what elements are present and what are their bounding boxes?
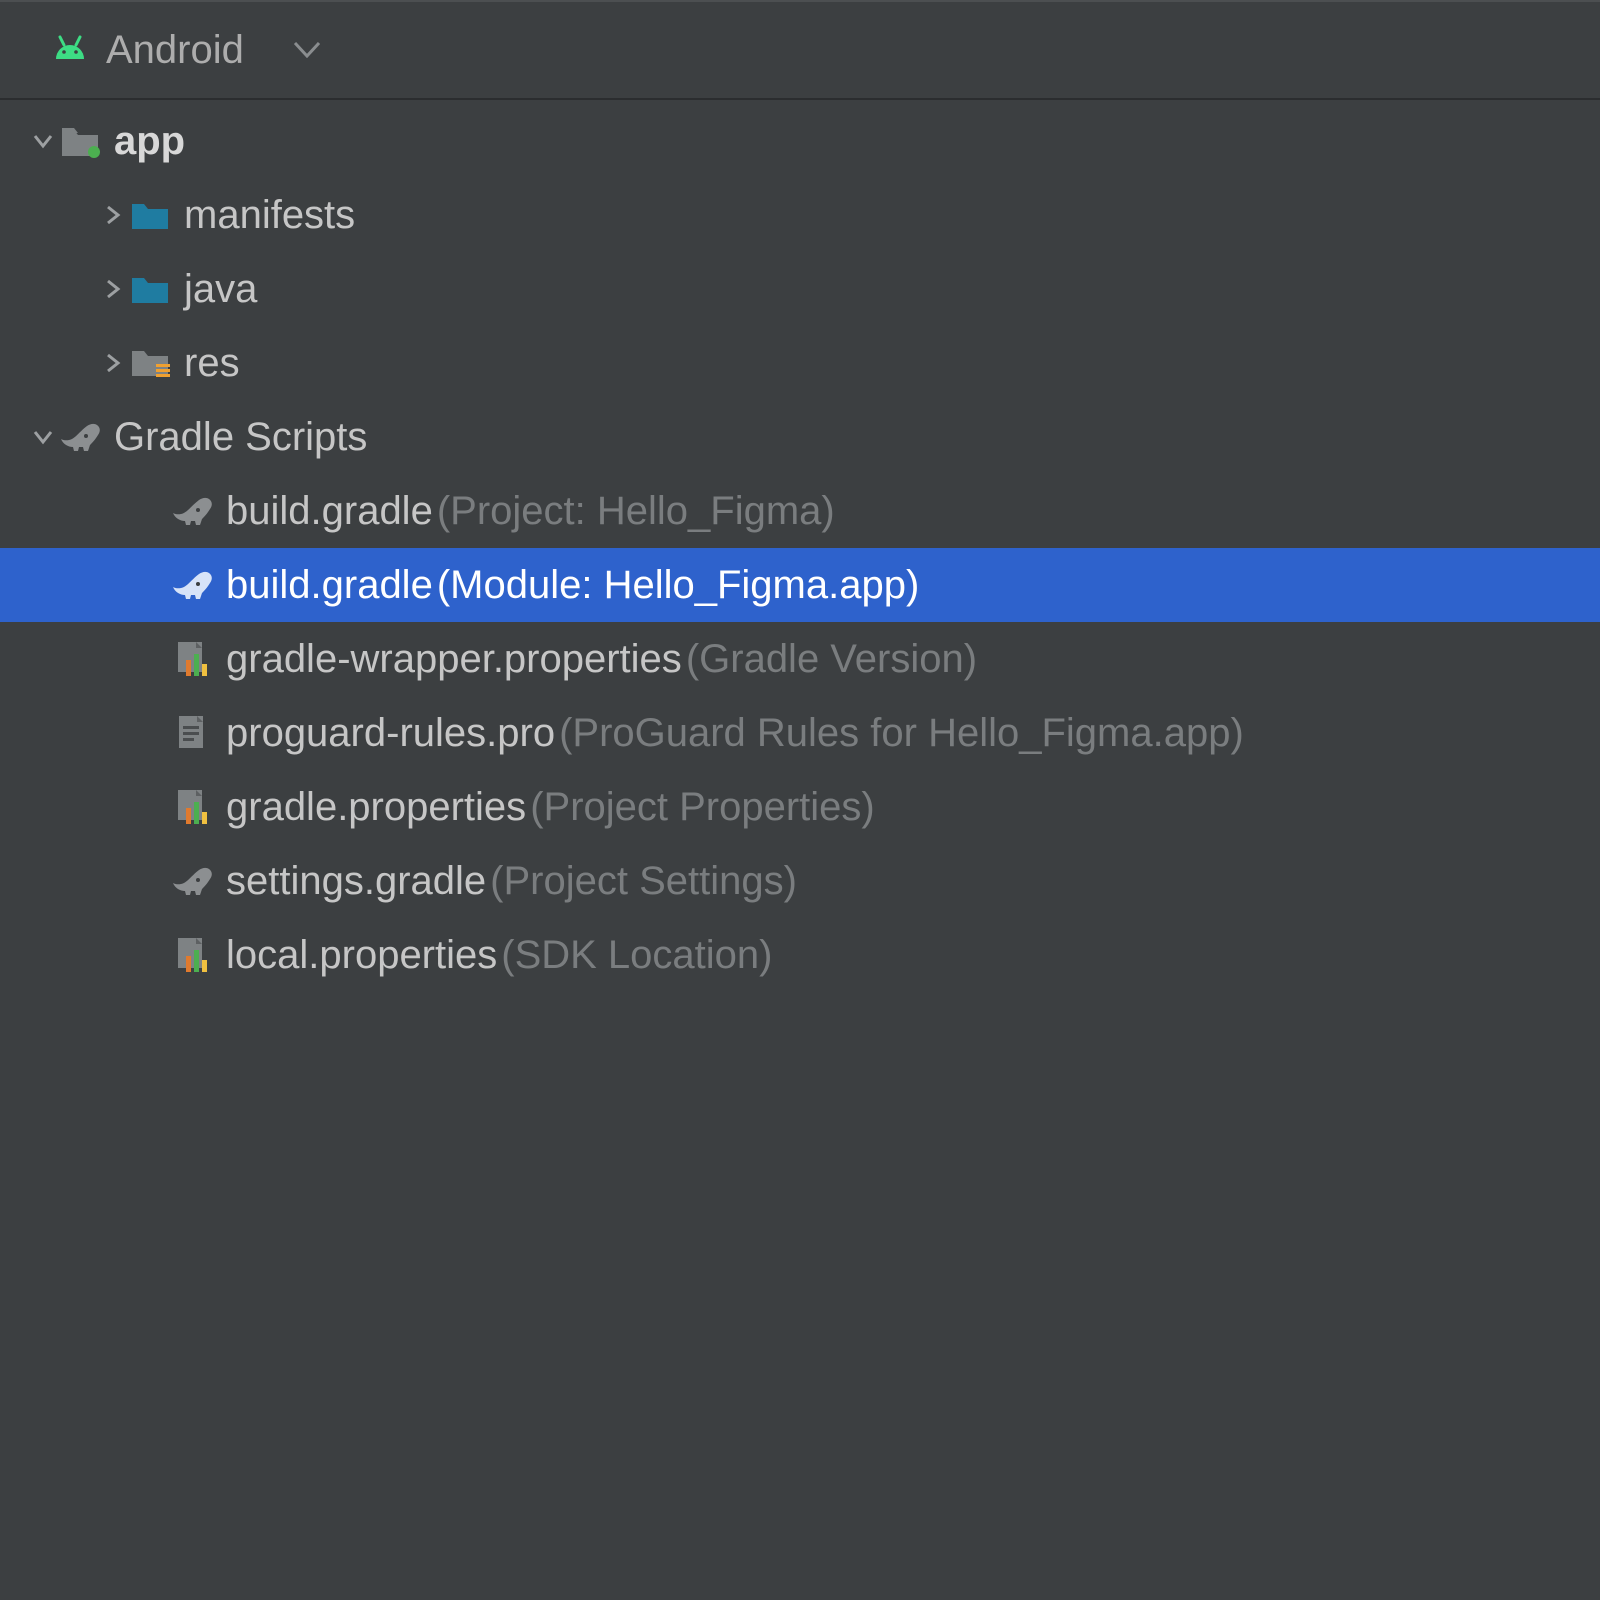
tree-label: java: [184, 269, 257, 309]
module-folder-icon: [58, 124, 102, 158]
chevron-right-icon: [98, 351, 128, 375]
properties-file-icon: [170, 788, 214, 826]
tree-node-gradle-file[interactable]: settings.gradle(Project Settings): [0, 844, 1600, 918]
tree-node-gradle-file[interactable]: build.gradle(Project: Hello_Figma): [0, 474, 1600, 548]
gradle-icon: [58, 421, 102, 453]
chevron-right-icon: [98, 277, 128, 301]
tree-label-hint: (SDK Location): [501, 935, 772, 975]
tree-label-hint: (Module: Hello_Figma.app): [437, 565, 919, 605]
tree-label: res: [184, 343, 240, 383]
properties-file-icon: [170, 640, 214, 678]
chevron-right-icon: [98, 203, 128, 227]
tree-node-java[interactable]: java: [0, 252, 1600, 326]
tree-node-res[interactable]: res: [0, 326, 1600, 400]
tree-node-gradle-file[interactable]: gradle.properties(Project Properties): [0, 770, 1600, 844]
text-file-icon: [170, 714, 214, 752]
tree-node-gradle-file[interactable]: gradle-wrapper.properties(Gradle Version…: [0, 622, 1600, 696]
tree-label: build.gradle: [226, 491, 433, 531]
folder-icon: [128, 199, 172, 231]
chevron-down-icon: [28, 129, 58, 153]
chevron-down-icon: [28, 425, 58, 449]
tree-label-hint: (ProGuard Rules for Hello_Figma.app): [559, 713, 1244, 753]
project-view-label: Android: [106, 28, 244, 73]
tree-node-gradle-file[interactable]: build.gradle(Module: Hello_Figma.app): [0, 548, 1600, 622]
folder-icon: [128, 273, 172, 305]
tree-node-gradle-file[interactable]: proguard-rules.pro(ProGuard Rules for He…: [0, 696, 1600, 770]
tree-label: local.properties: [226, 935, 497, 975]
gradle-icon: [170, 495, 214, 527]
tree-label: app: [114, 121, 185, 161]
tree-label: Gradle Scripts: [114, 417, 367, 457]
tree-label-hint: (Project: Hello_Figma): [437, 491, 835, 531]
properties-file-icon: [170, 936, 214, 974]
tree-node-gradle-scripts[interactable]: Gradle Scripts: [0, 400, 1600, 474]
tree-node-app[interactable]: app: [0, 104, 1600, 178]
tree-label: manifests: [184, 195, 355, 235]
android-icon: [50, 33, 90, 67]
gradle-icon: [170, 865, 214, 897]
tree-label: gradle.properties: [226, 787, 526, 827]
tree-label: build.gradle: [226, 565, 433, 605]
tree-label-hint: (Gradle Version): [686, 639, 977, 679]
tree-label-hint: (Project Settings): [490, 861, 797, 901]
resource-folder-icon: [128, 346, 172, 380]
project-panel: Android app: [0, 0, 1600, 1600]
tree-label: proguard-rules.pro: [226, 713, 555, 753]
gradle-icon: [170, 569, 214, 601]
tree-node-manifests[interactable]: manifests: [0, 178, 1600, 252]
chevron-down-icon: [294, 42, 320, 58]
tree-label: gradle-wrapper.properties: [226, 639, 682, 679]
tree-label-hint: (Project Properties): [530, 787, 875, 827]
tree-node-gradle-file[interactable]: local.properties(SDK Location): [0, 918, 1600, 992]
project-view-selector[interactable]: Android: [0, 0, 1600, 100]
project-tree: app manifests java: [0, 100, 1600, 992]
tree-label: settings.gradle: [226, 861, 486, 901]
